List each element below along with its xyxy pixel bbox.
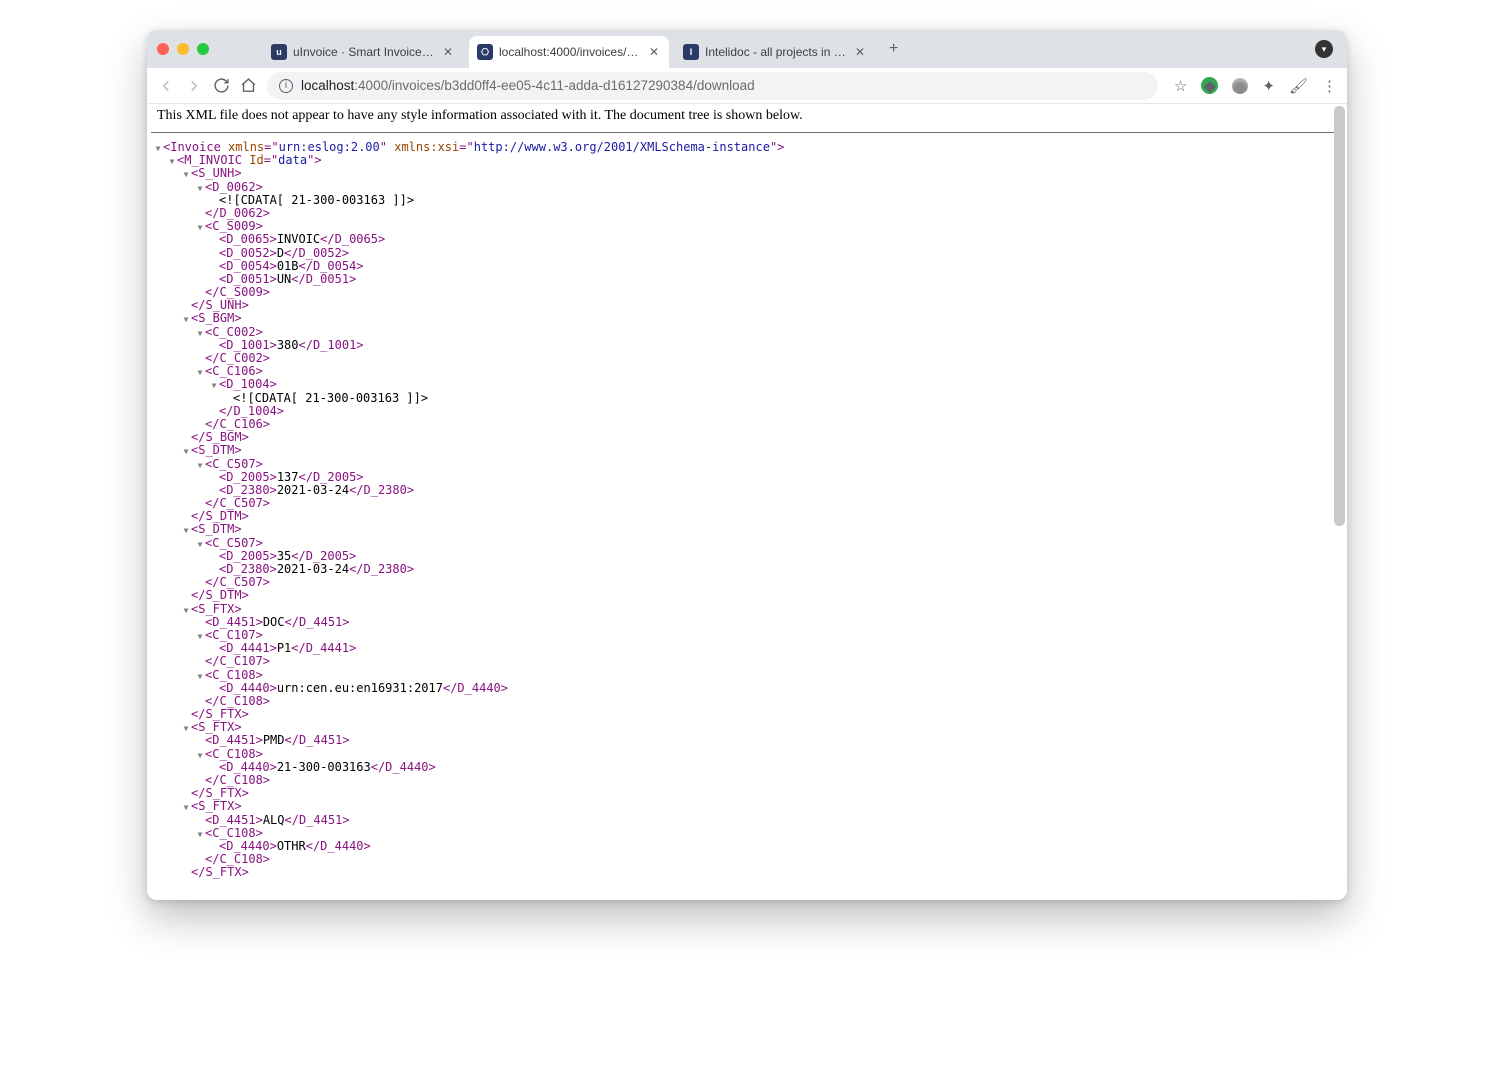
extension-grey-icon[interactable] xyxy=(1232,78,1248,94)
toggle-icon[interactable]: ▼ xyxy=(195,831,205,840)
kebab-menu-icon[interactable]: ⋮ xyxy=(1322,77,1337,95)
window-controls xyxy=(157,43,209,55)
close-tab-icon[interactable]: ✕ xyxy=(853,45,867,59)
url-text: localhost:4000/invoices/b3dd0ff4-ee05-4c… xyxy=(301,78,755,93)
tab-title: localhost:4000/invoices/b3dd0 xyxy=(499,45,641,59)
toggle-icon[interactable]: ▼ xyxy=(181,804,191,813)
favicon-icon: I xyxy=(683,44,699,60)
extensions-icon[interactable]: ✦ xyxy=(1262,77,1275,95)
browser-tab-2[interactable]: I Intelidoc - all projects in one pl ✕ xyxy=(675,36,875,68)
browser-tab-1[interactable]: ⎔ localhost:4000/invoices/b3dd0 ✕ xyxy=(469,36,669,68)
tab-title: uInvoice · Smart Invoice Proces xyxy=(293,45,435,59)
toggle-icon[interactable]: ▼ xyxy=(195,330,205,339)
toggle-icon[interactable]: ▼ xyxy=(209,382,219,391)
close-window[interactable] xyxy=(157,43,169,55)
tab-strip: u uInvoice · Smart Invoice Proces ✕ ⎔ lo… xyxy=(147,30,1347,68)
toggle-icon[interactable]: ▼ xyxy=(181,527,191,536)
extension-green-icon[interactable]: ◆ xyxy=(1201,77,1218,94)
toggle-icon[interactable]: ▼ xyxy=(195,752,205,761)
site-info-icon[interactable]: i xyxy=(279,79,293,93)
xml-tree: ▼<Invoice xmlns="urn:eslog:2.00" xmlns:x… xyxy=(147,133,1347,888)
browser-window: u uInvoice · Smart Invoice Proces ✕ ⎔ lo… xyxy=(147,30,1347,900)
toolbar: i localhost:4000/invoices/b3dd0ff4-ee05-… xyxy=(147,68,1347,104)
toggle-icon[interactable]: ▼ xyxy=(195,673,205,682)
toggle-icon[interactable]: ▼ xyxy=(167,158,177,167)
toggle-icon[interactable]: ▼ xyxy=(181,448,191,457)
extension-brush-icon[interactable]: 🖌 xyxy=(1289,77,1308,95)
toggle-icon[interactable]: ▼ xyxy=(195,224,205,233)
extension-icons: ☆ ◆ ✦ 🖌 ⋮ xyxy=(1174,77,1337,95)
toggle-icon[interactable]: ▼ xyxy=(181,725,191,734)
toggle-icon[interactable]: ▼ xyxy=(195,462,205,471)
forward-button[interactable] xyxy=(185,77,203,95)
account-menu-icon[interactable]: ▾ xyxy=(1315,40,1333,58)
toggle-icon[interactable]: ▼ xyxy=(195,633,205,642)
new-tab-button[interactable]: + xyxy=(881,40,906,58)
back-button[interactable] xyxy=(157,77,175,95)
toggle-icon[interactable]: ▼ xyxy=(181,171,191,180)
close-tab-icon[interactable]: ✕ xyxy=(441,45,455,59)
scrollbar-thumb[interactable] xyxy=(1334,106,1345,526)
toggle-icon[interactable]: ▼ xyxy=(195,185,205,194)
close-tab-icon[interactable]: ✕ xyxy=(647,45,661,59)
toggle-icon[interactable]: ▼ xyxy=(195,541,205,550)
toggle-icon[interactable]: ▼ xyxy=(153,145,163,154)
reload-button[interactable] xyxy=(213,77,230,94)
toggle-icon[interactable]: ▼ xyxy=(195,369,205,378)
home-button[interactable] xyxy=(240,77,257,94)
favicon-icon: u xyxy=(271,44,287,60)
minimize-window[interactable] xyxy=(177,43,189,55)
page-content: This XML file does not appear to have an… xyxy=(147,104,1347,900)
bookmark-star-icon[interactable]: ☆ xyxy=(1174,77,1187,95)
maximize-window[interactable] xyxy=(197,43,209,55)
toggle-icon[interactable]: ▼ xyxy=(181,607,191,616)
tab-title: Intelidoc - all projects in one pl xyxy=(705,45,847,59)
favicon-icon: ⎔ xyxy=(477,44,493,60)
toggle-icon[interactable]: ▼ xyxy=(181,316,191,325)
address-bar[interactable]: i localhost:4000/invoices/b3dd0ff4-ee05-… xyxy=(267,72,1158,100)
xml-notice: This XML file does not appear to have an… xyxy=(151,104,1343,133)
browser-tab-0[interactable]: u uInvoice · Smart Invoice Proces ✕ xyxy=(263,36,463,68)
